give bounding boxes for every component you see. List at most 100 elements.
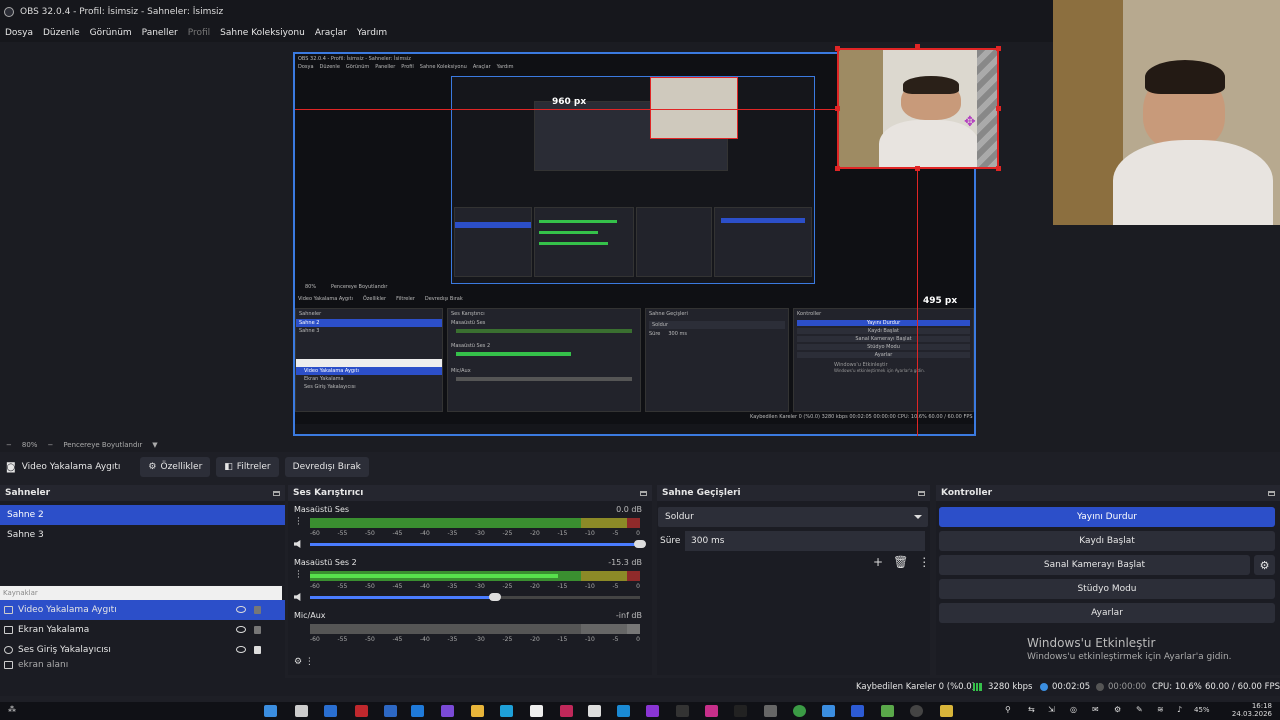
- widgets-icon[interactable]: ⁂: [8, 705, 21, 717]
- add-transition-icon[interactable]: +: [873, 555, 883, 569]
- channel-menu-icon[interactable]: · · ·: [297, 568, 300, 583]
- app-icon[interactable]: [530, 705, 543, 717]
- zoom-in-icon[interactable]: −: [47, 441, 53, 449]
- trash-icon[interactable]: 🗑: [893, 555, 908, 569]
- app-icon[interactable]: [881, 705, 894, 717]
- menu-help[interactable]: Yardım: [357, 28, 387, 38]
- file-explorer-icon[interactable]: [471, 705, 484, 717]
- resize-handle[interactable]: [996, 46, 1001, 51]
- resize-handle[interactable]: [915, 166, 920, 171]
- title-bar: OBS 32.0.4 - Profil: İsimsiz - Sahneler:…: [0, 0, 1055, 24]
- duration-spinbox[interactable]: 300 ms: [685, 531, 925, 551]
- tray-icon[interactable]: ◎: [1070, 705, 1083, 717]
- resize-handle[interactable]: [996, 106, 1001, 111]
- menu-profile[interactable]: Profil: [188, 28, 210, 38]
- tray-icon[interactable]: ✉: [1092, 705, 1105, 717]
- app-icon[interactable]: [441, 705, 454, 717]
- resize-handle[interactable]: [915, 44, 920, 49]
- tray-icon[interactable]: ⇆: [1028, 705, 1041, 717]
- mixer-settings-icon[interactable]: ⚙ ⋮: [294, 657, 314, 667]
- transition-select[interactable]: Soldur: [658, 507, 928, 527]
- volume-slider[interactable]: [310, 540, 646, 548]
- start-button-icon[interactable]: [264, 705, 277, 717]
- obs-taskbar-icon[interactable]: [910, 705, 923, 717]
- scene-item[interactable]: Sahne 2: [0, 505, 285, 525]
- resize-handle[interactable]: [996, 166, 1001, 171]
- task-view-icon[interactable]: [324, 705, 337, 717]
- app-icon[interactable]: [588, 705, 601, 717]
- source-item[interactable]: Ses Giriş Yakalayıcısı: [0, 640, 285, 660]
- volume-icon[interactable]: ♪: [1177, 705, 1190, 717]
- app-icon[interactable]: [384, 705, 397, 717]
- app-icon[interactable]: [411, 705, 424, 717]
- settings-button[interactable]: Ayarlar: [939, 603, 1275, 623]
- tray-icon[interactable]: ⇲: [1048, 705, 1061, 717]
- width-guide-label: 960 px: [552, 97, 587, 107]
- stop-streaming-button[interactable]: Yayını Durdur: [939, 507, 1275, 527]
- app-icon[interactable]: [940, 705, 953, 717]
- tray-icon[interactable]: ⚙: [1114, 705, 1127, 717]
- windows-taskbar: [0, 702, 1280, 720]
- virtual-camera-settings-icon[interactable]: ⚙: [1254, 555, 1275, 575]
- tray-icon[interactable]: ⚲: [1005, 705, 1018, 717]
- app-icon[interactable]: [764, 705, 777, 717]
- menu-docks[interactable]: Paneller: [142, 28, 178, 38]
- visibility-eye-icon[interactable]: [236, 626, 246, 633]
- volume-meter: [310, 518, 640, 528]
- source-item[interactable]: Ekran Yakalama: [0, 620, 285, 640]
- menu-scene-collection[interactable]: Sahne Koleksiyonu: [220, 28, 305, 38]
- dock-menu-icon[interactable]: [918, 490, 925, 496]
- scene-item[interactable]: Sahne 3: [0, 525, 285, 545]
- app-icon[interactable]: [646, 705, 659, 717]
- studio-mode-button[interactable]: Stüdyo Modu: [939, 579, 1275, 599]
- app-icon[interactable]: [734, 705, 747, 717]
- search-icon[interactable]: [295, 705, 308, 717]
- menu-file[interactable]: Dosya: [5, 28, 33, 38]
- lock-icon[interactable]: [254, 646, 261, 654]
- dock-menu-icon[interactable]: [273, 490, 280, 496]
- dock-menu-icon[interactable]: [640, 490, 647, 496]
- wifi-icon[interactable]: ≋: [1157, 705, 1170, 717]
- filters-button[interactable]: ◧ Filtreler: [216, 457, 279, 477]
- resize-handle[interactable]: [835, 106, 840, 111]
- edge-icon[interactable]: [500, 705, 513, 717]
- resize-handle[interactable]: [835, 166, 840, 171]
- duration-value: 300 ms: [691, 536, 725, 546]
- start-virtual-camera-button[interactable]: Sanal Kamerayı Başlat: [939, 555, 1250, 575]
- visibility-eye-icon[interactable]: [236, 606, 246, 613]
- selected-source-bounding-box[interactable]: ✥: [837, 48, 999, 169]
- fit-window-dropdown[interactable]: Pencereye Boyutlandır: [63, 441, 142, 449]
- app-icon[interactable]: [676, 705, 689, 717]
- speaker-icon[interactable]: [294, 540, 301, 548]
- source-item[interactable]: Video Yakalama Aygıtı: [0, 600, 285, 620]
- channel-menu-icon[interactable]: · · ·: [297, 515, 300, 530]
- mixer-channel: Masaüstü Ses 2 -15.3 dB · · · -60 -55 -50 -45…: [288, 554, 652, 607]
- instagram-icon[interactable]: [705, 705, 718, 717]
- menu-edit[interactable]: Düzenle: [43, 28, 80, 38]
- app-icon[interactable]: [617, 705, 630, 717]
- source-item[interactable]: ekran alanı: [0, 660, 285, 670]
- dock-menu-icon[interactable]: [1268, 490, 1275, 496]
- lock-icon[interactable]: [254, 626, 261, 634]
- app-icon[interactable]: [822, 705, 835, 717]
- properties-button[interactable]: ⚙ Özellikler: [140, 457, 211, 477]
- volume-slider[interactable]: [310, 593, 640, 601]
- taskbar-clock[interactable]: 16:18 24.03.2026: [1222, 702, 1272, 718]
- menu-view[interactable]: Görünüm: [90, 28, 132, 38]
- menu-tools[interactable]: Araçlar: [315, 28, 347, 38]
- resize-handle[interactable]: [835, 46, 840, 51]
- lock-icon[interactable]: [254, 606, 261, 614]
- zoom-icon[interactable]: [851, 705, 864, 717]
- speaker-icon[interactable]: [294, 593, 301, 601]
- more-options-icon[interactable]: ⋮: [918, 555, 930, 569]
- disable-button[interactable]: Devredışı Bırak: [284, 457, 369, 477]
- zoom-out-icon[interactable]: −: [6, 441, 12, 449]
- chevron-down-icon[interactable]: ▼: [152, 441, 157, 449]
- start-recording-button[interactable]: Kaydı Başlat: [939, 531, 1275, 551]
- visibility-eye-icon[interactable]: [236, 646, 246, 653]
- zoom-level[interactable]: 80%: [22, 441, 38, 449]
- tray-icon[interactable]: ✎: [1136, 705, 1149, 717]
- app-icon[interactable]: [560, 705, 573, 717]
- chrome-icon[interactable]: [793, 705, 806, 717]
- app-icon[interactable]: [355, 705, 368, 717]
